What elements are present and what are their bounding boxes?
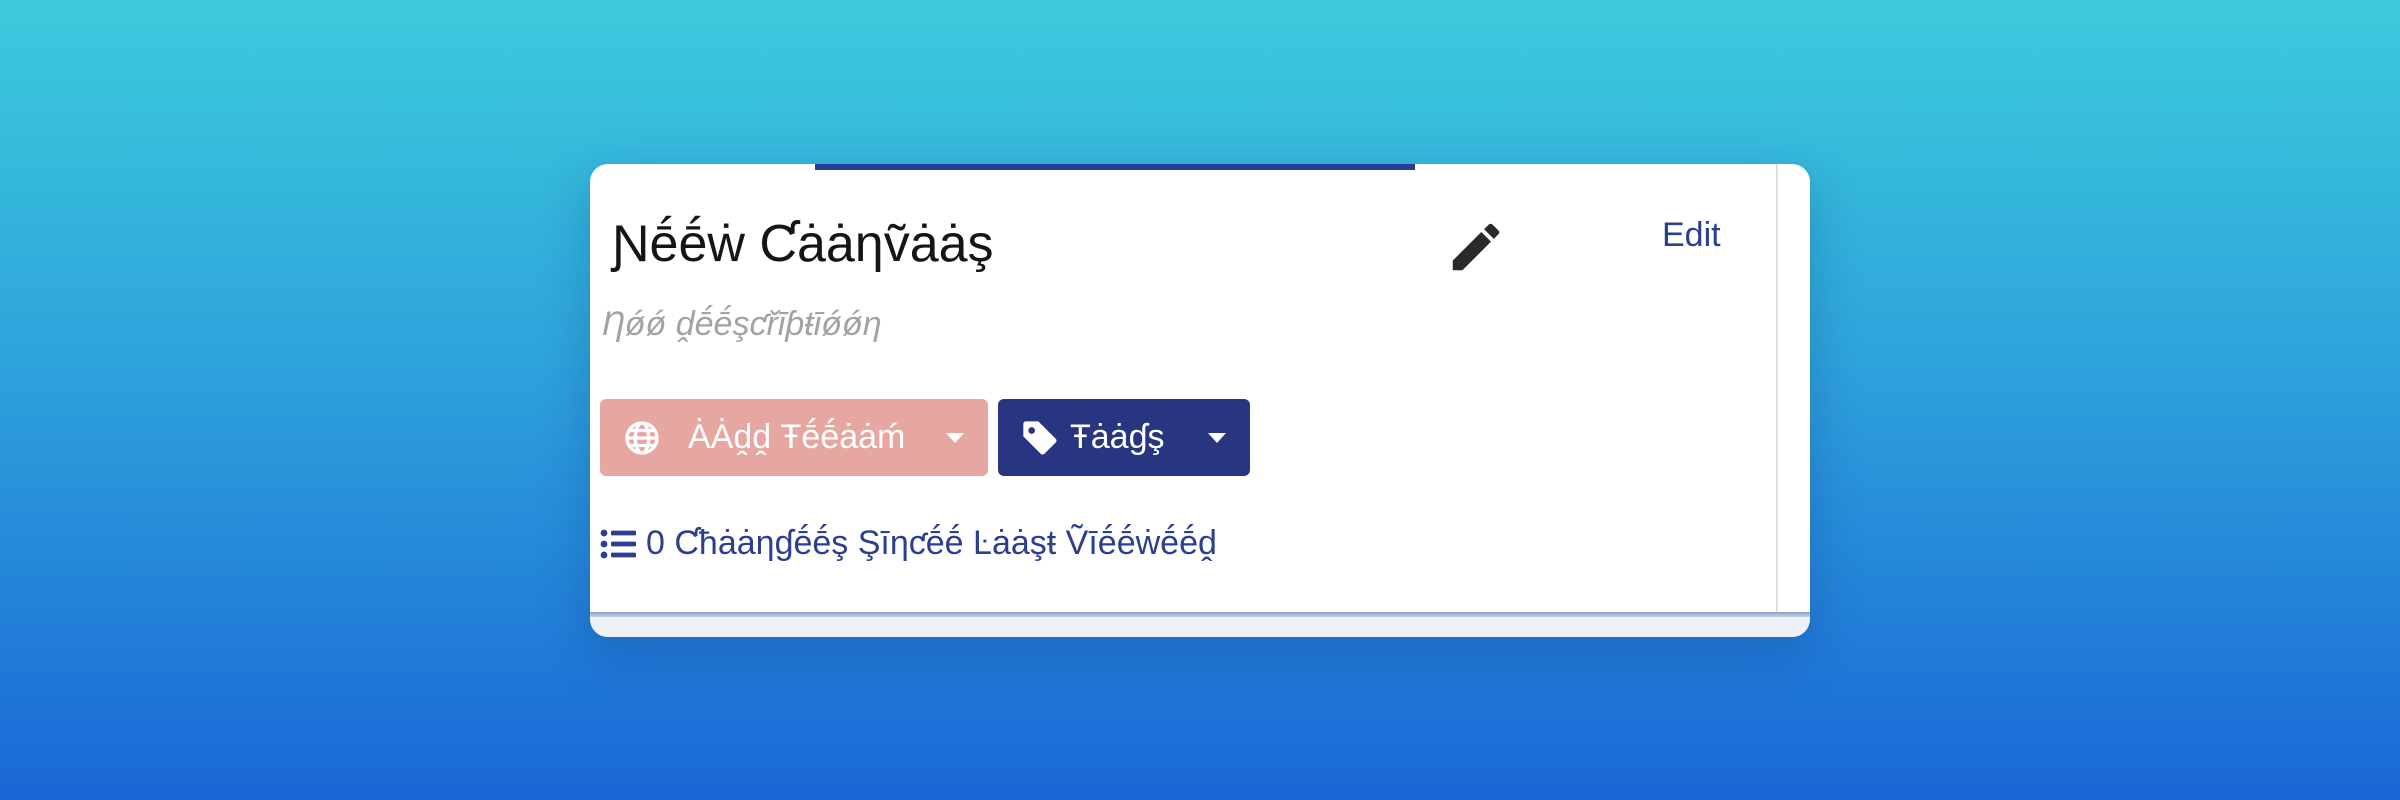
add-team-button[interactable]: ȦȦḓḓ Ŧḗḗȧȧḿ [600,399,988,476]
tags-label: Ŧȧȧɠş [1070,418,1165,456]
description-placeholder[interactable]: Ƞǿǿ ḓḗḗşƈřīƥŧīǿǿƞ [602,305,882,344]
changes-since-last-viewed-link[interactable]: 0 Ƈħȧȧƞɠḗḗş Şīƞƈḗḗ Ŀȧȧşŧ Ṽīḗḗẇḗḗḓ [600,524,1217,563]
top-accent-bar [815,164,1415,170]
canvas-title: Ɲḗḗẇ Ƈȧȧƞṽȧȧş [612,215,994,273]
vertical-divider [1776,164,1778,612]
tags-button[interactable]: Ŧȧȧɠş [998,399,1250,476]
chevron-down-icon [946,432,964,443]
globe-icon [625,420,659,455]
pencil-icon[interactable] [1445,216,1507,278]
chevron-down-icon [1208,432,1226,443]
edit-link[interactable]: Edit [1662,216,1721,255]
changes-count: 0 [646,524,665,562]
bottom-strip [590,617,1810,637]
tag-icon [1023,420,1057,455]
add-team-label: ȦȦḓḓ Ŧḗḗȧȧḿ [688,418,906,456]
canvas-card: Ɲḗḗẇ Ƈȧȧƞṽȧȧş Edit Ƞǿǿ ḓḗḗşƈřīƥŧīǿǿƞ ȦȦḓ… [590,164,1810,637]
changes-label: Ƈħȧȧƞɠḗḗş Şīƞƈḗḗ Ŀȧȧşŧ Ṽīḗḗẇḗḗḓ [674,524,1217,562]
list-icon [600,529,636,558]
